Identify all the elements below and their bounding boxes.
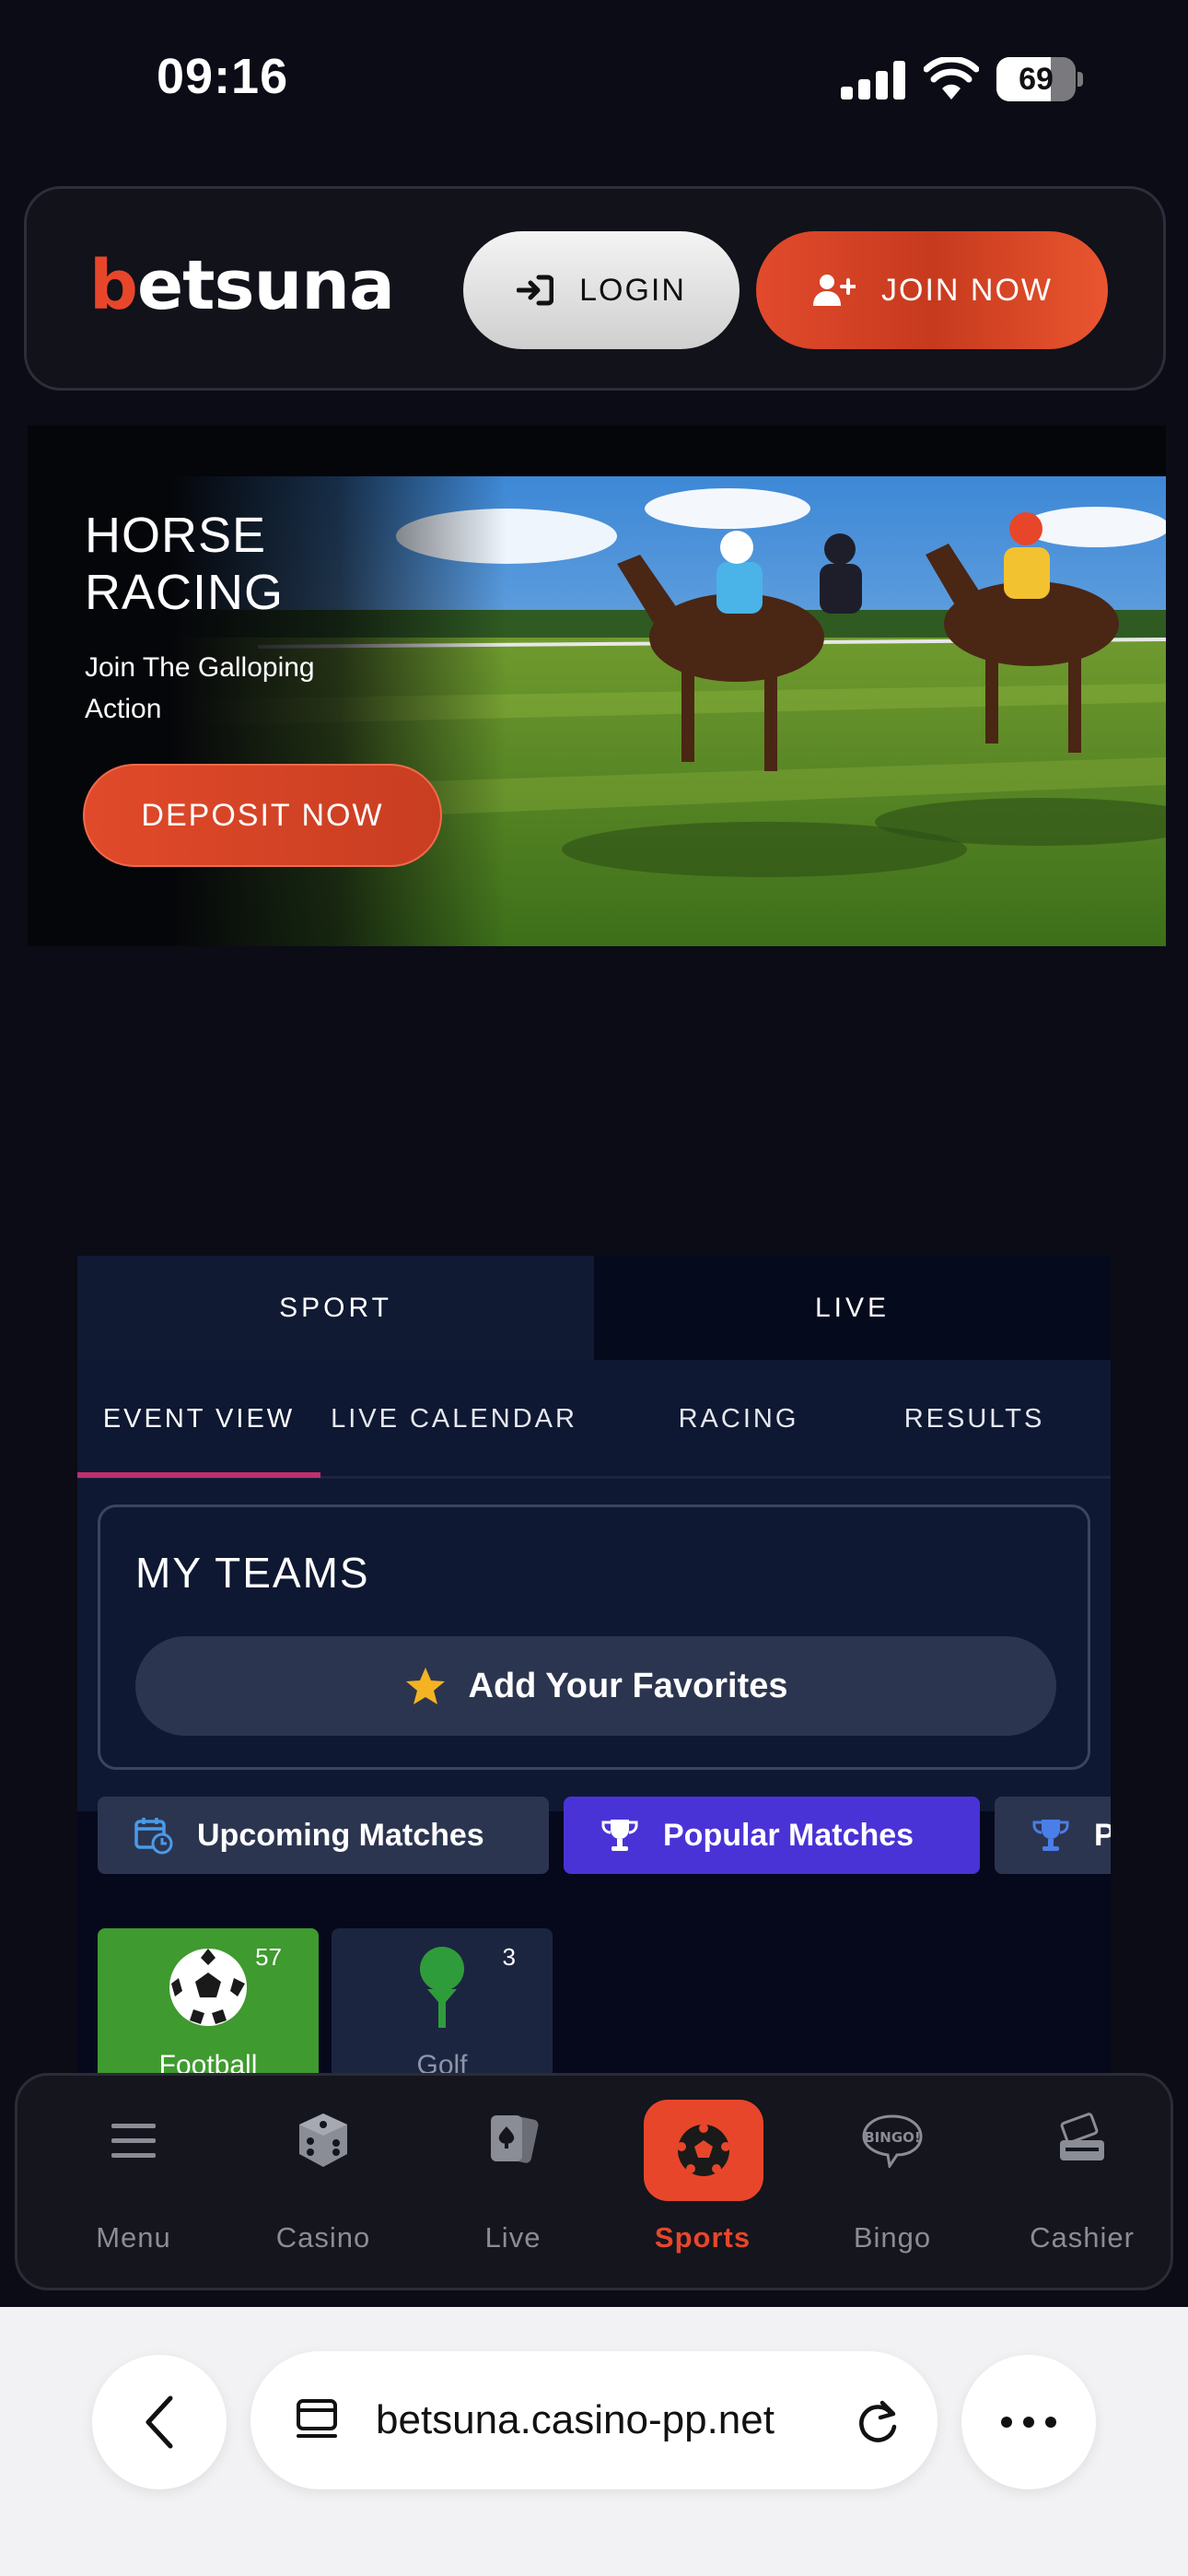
url-text: betsuna.casino-pp.net bbox=[376, 2397, 775, 2442]
soccer-ball-icon bbox=[677, 2124, 730, 2176]
sportsbook-widget: SPORT LIVE EVENT VIEW LIVE CALENDAR RACI… bbox=[77, 1256, 1111, 2076]
login-button[interactable]: LOGIN bbox=[463, 231, 740, 349]
dice-icon bbox=[299, 2113, 347, 2167]
my-teams-title: MY TEAMS bbox=[135, 1549, 370, 1597]
status-bar: 09:16 69 bbox=[0, 0, 1188, 157]
site-header: betsuna LOGIN JOIN NOW bbox=[24, 186, 1166, 391]
status-time: 09:16 bbox=[157, 49, 289, 104]
partial-chip-label: P bbox=[1094, 1817, 1111, 1853]
tab-sport[interactable]: SPORT bbox=[77, 1256, 594, 1360]
star-icon bbox=[405, 1668, 445, 1704]
bingo-icon: BINGO! bbox=[862, 2114, 923, 2168]
upcoming-matches-chip[interactable]: Upcoming Matches bbox=[98, 1797, 549, 1874]
nav-casino-label: Casino bbox=[275, 2221, 371, 2254]
sport-tile-golf[interactable]: 3 Golf bbox=[332, 1928, 553, 2076]
page: 09:16 69 betsuna LOGIN JOIN NOW HORSE RA… bbox=[0, 0, 1188, 2576]
tab-overview-icon bbox=[297, 2399, 337, 2438]
nav-bingo-label: Bingo bbox=[853, 2221, 932, 2254]
main-tabs: SPORT LIVE bbox=[77, 1256, 1111, 1360]
golf-count: 3 bbox=[502, 1943, 516, 1971]
add-favorites-label: Add Your Favorites bbox=[468, 1666, 788, 1705]
nav-cashier[interactable]: Cashier bbox=[987, 2076, 1177, 2293]
wifi-icon bbox=[924, 57, 979, 100]
popular-matches-chip[interactable]: Popular Matches bbox=[564, 1797, 980, 1874]
chevron-left-icon bbox=[146, 2395, 173, 2449]
more-options-button[interactable] bbox=[961, 2355, 1096, 2489]
golf-icon bbox=[420, 1947, 464, 2028]
hero-title: HORSE RACING bbox=[85, 508, 285, 620]
tab-live-calendar[interactable]: LIVE CALENDAR bbox=[320, 1360, 588, 1478]
football-label: Football bbox=[158, 2050, 258, 2076]
add-user-icon bbox=[813, 275, 856, 306]
active-tab-indicator bbox=[77, 1472, 320, 1478]
trophy-icon bbox=[601, 1820, 638, 1851]
nav-menu-label: Menu bbox=[96, 2221, 171, 2254]
login-label: LOGIN bbox=[579, 272, 686, 308]
hero-subtitle: Join The Galloping Action bbox=[85, 652, 315, 724]
cashier-icon bbox=[1060, 2113, 1104, 2160]
betsuna-logo[interactable]: betsuna bbox=[89, 246, 395, 325]
bingo-icon-text: BINGO! bbox=[864, 2129, 920, 2146]
calendar-clock-icon bbox=[134, 1818, 173, 1855]
browser-back-button[interactable] bbox=[92, 2355, 227, 2489]
menu-icon bbox=[111, 2124, 156, 2158]
join-now-label: JOIN NOW bbox=[881, 272, 1053, 308]
browser-toolbar: betsuna.casino-pp.net bbox=[0, 2307, 1188, 2576]
nav-sports-label: Sports bbox=[654, 2221, 751, 2254]
cellular-signal-icon bbox=[841, 61, 905, 100]
address-bar[interactable]: betsuna.casino-pp.net bbox=[250, 2351, 938, 2489]
tab-live[interactable]: LIVE bbox=[594, 1256, 1111, 1360]
nav-live[interactable]: Live bbox=[418, 2076, 608, 2293]
login-icon bbox=[517, 275, 554, 306]
tab-results[interactable]: RESULTS bbox=[856, 1360, 1092, 1478]
sport-tile-football[interactable]: 57 Football bbox=[98, 1928, 319, 2076]
trophy-icon bbox=[1032, 1820, 1069, 1851]
reload-icon[interactable] bbox=[855, 2397, 901, 2447]
tab-racing[interactable]: RACING bbox=[621, 1360, 856, 1478]
partial-chip[interactable]: P bbox=[995, 1797, 1111, 1874]
tab-event-view[interactable]: EVENT VIEW bbox=[77, 1360, 320, 1478]
nav-cashier-label: Cashier bbox=[1030, 2221, 1135, 2254]
upcoming-matches-label: Upcoming Matches bbox=[197, 1817, 484, 1853]
nav-menu[interactable]: Menu bbox=[39, 2076, 228, 2293]
golf-label: Golf bbox=[416, 2050, 468, 2076]
nav-live-label: Live bbox=[484, 2221, 542, 2254]
battery-icon: 69 bbox=[996, 57, 1083, 101]
nav-sports[interactable]: Sports bbox=[608, 2076, 798, 2293]
nav-casino[interactable]: Casino bbox=[228, 2076, 418, 2293]
join-now-button[interactable]: JOIN NOW bbox=[756, 231, 1108, 349]
battery-level: 69 bbox=[1019, 62, 1054, 97]
nav-bingo[interactable]: BINGO! Bingo bbox=[798, 2076, 987, 2293]
deposit-now-button[interactable]: DEPOSIT NOW bbox=[83, 764, 442, 867]
popular-matches-label: Popular Matches bbox=[663, 1817, 914, 1853]
football-count: 57 bbox=[255, 1943, 282, 1971]
my-teams-panel: MY TEAMS Add Your Favorites bbox=[98, 1505, 1090, 1770]
more-icon bbox=[1001, 2417, 1056, 2428]
cards-icon bbox=[491, 2115, 539, 2163]
bottom-nav: Menu Casino Live Sports BINGO! Bingo Cas… bbox=[15, 2073, 1173, 2290]
add-favorites-button[interactable]: Add Your Favorites bbox=[135, 1636, 1056, 1736]
hero-banner[interactable]: HORSE RACING Join The Galloping Action D… bbox=[28, 426, 1166, 946]
football-icon bbox=[169, 1949, 247, 2026]
